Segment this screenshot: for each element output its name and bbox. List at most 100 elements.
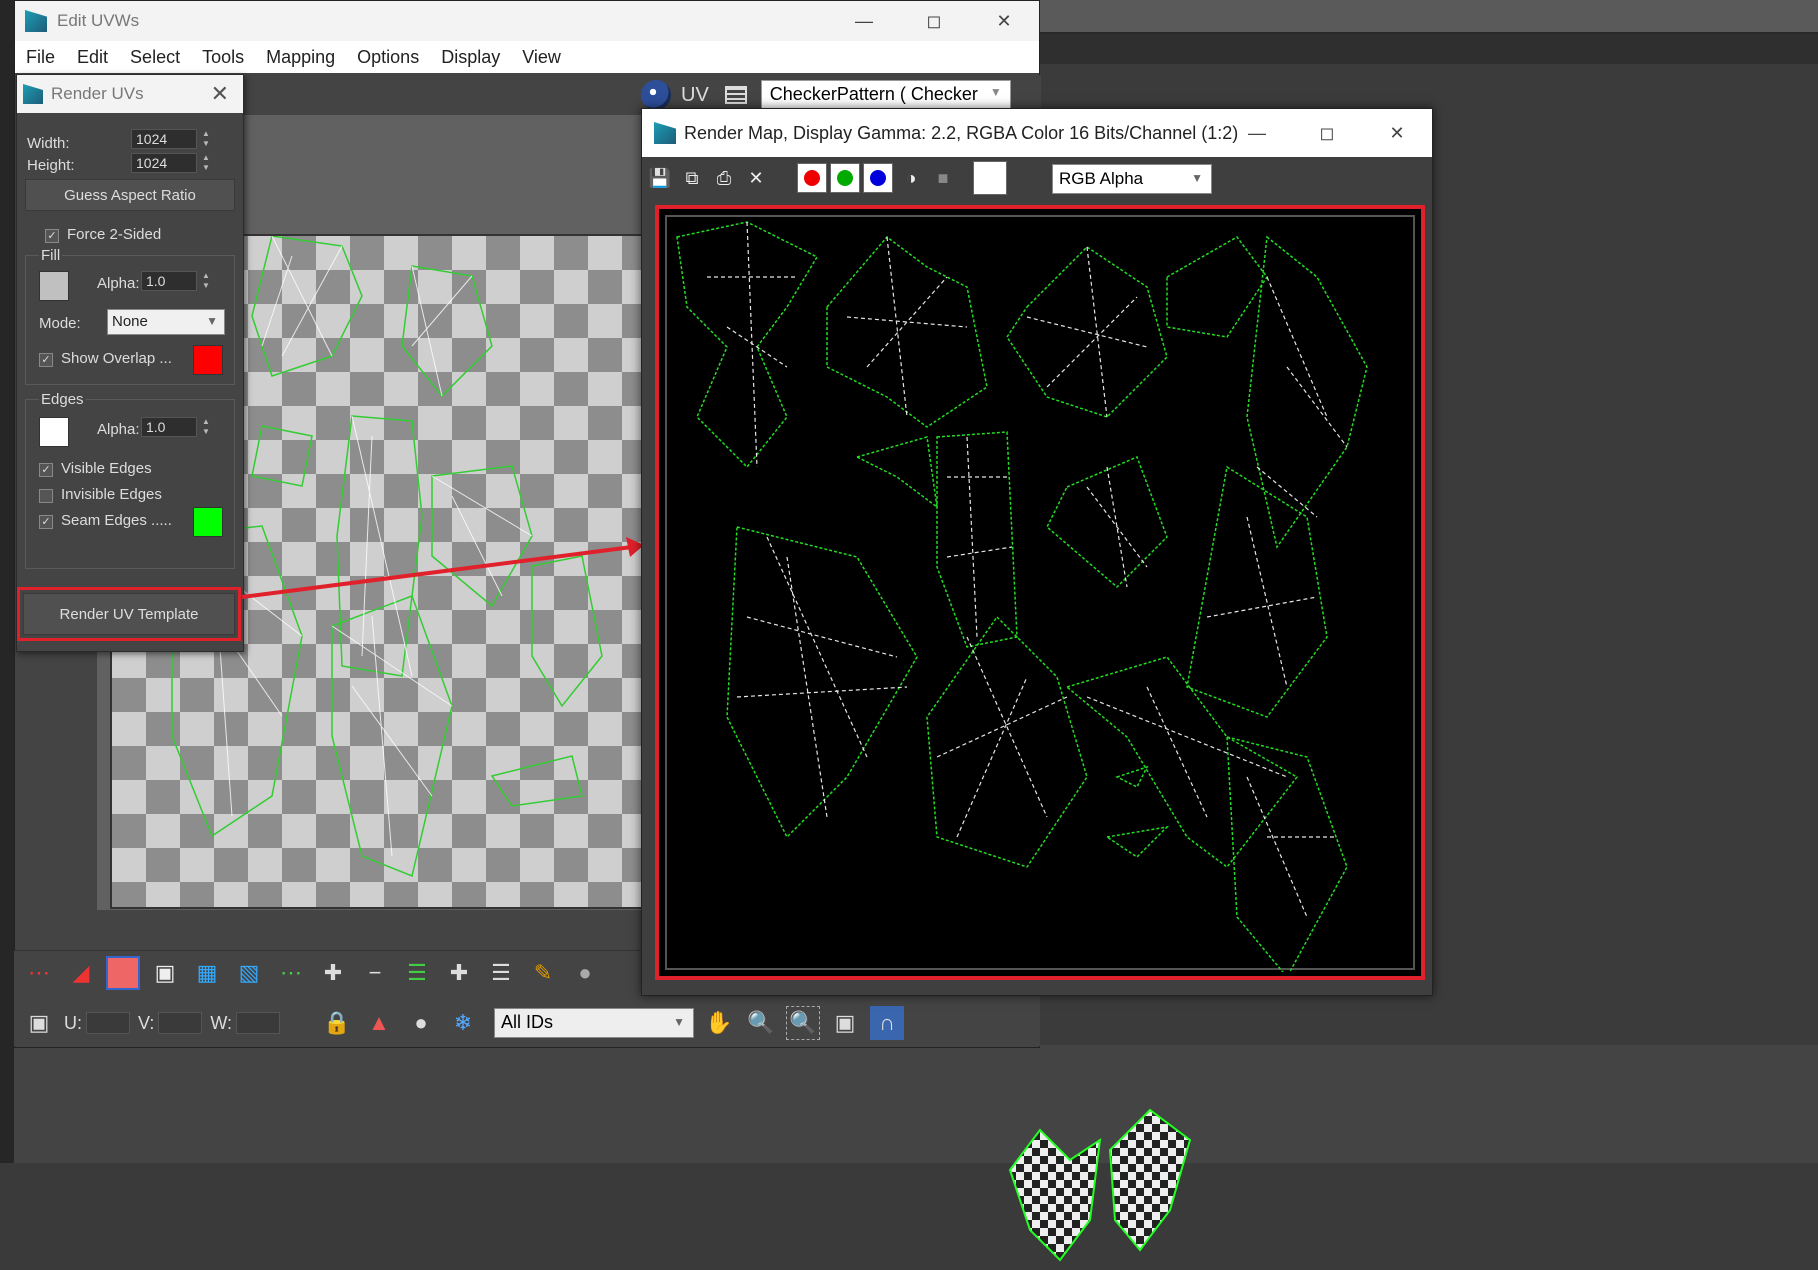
app-logo-icon bbox=[654, 122, 676, 144]
loop-shrink-icon[interactable]: ☰ bbox=[484, 956, 518, 990]
chevron-down-icon: ▼ bbox=[206, 314, 218, 328]
width-spinner[interactable]: ▲ ▼ bbox=[201, 129, 211, 149]
invisible-edges-checkbox[interactable] bbox=[39, 489, 53, 503]
u-spinner[interactable] bbox=[86, 1012, 130, 1034]
v-spinner[interactable] bbox=[158, 1012, 203, 1034]
paint-select-icon[interactable]: ✎ bbox=[526, 956, 560, 990]
visible-edges-checkbox[interactable]: ✓ bbox=[39, 463, 53, 477]
menu-display[interactable]: Display bbox=[430, 47, 511, 68]
green-channel-button[interactable] bbox=[830, 163, 860, 193]
copy-icon[interactable]: ⧉ bbox=[678, 164, 706, 192]
maximize-icon[interactable]: ◻ bbox=[899, 1, 969, 41]
uv-label: UV bbox=[681, 83, 709, 106]
edges-alpha-spinner[interactable]: ▲ ▼ bbox=[201, 417, 211, 437]
menu-file[interactable]: File bbox=[15, 47, 66, 68]
hide-icon[interactable]: ▲ bbox=[362, 1006, 396, 1040]
maximize-icon[interactable]: ◻ bbox=[1292, 109, 1362, 157]
alpha-channel-icon[interactable]: ■ bbox=[929, 164, 957, 192]
u-label: U: bbox=[64, 1012, 82, 1033]
chevron-down-icon: ▼ bbox=[989, 85, 1002, 99]
close-icon[interactable]: ✕ bbox=[1362, 109, 1432, 157]
rendered-uv-image bbox=[655, 205, 1425, 980]
app-logo-icon bbox=[23, 84, 43, 104]
absolute-offset-icon[interactable]: ▣ bbox=[22, 1006, 56, 1040]
force-2-sided-checkbox[interactable]: ✓ bbox=[45, 229, 59, 243]
fill-color-swatch[interactable] bbox=[39, 271, 69, 301]
face-select-icon[interactable] bbox=[106, 956, 140, 990]
shrink-selection-icon[interactable]: ▧ bbox=[232, 956, 266, 990]
height-spinner[interactable]: ▲ ▼ bbox=[201, 153, 211, 173]
lock-icon[interactable]: 🔒 bbox=[320, 1006, 354, 1040]
mode-select[interactable]: None ▼ bbox=[107, 309, 225, 335]
seam-edges-label: Seam Edges ..... bbox=[61, 512, 172, 529]
show-overlap-label: Show Overlap ... bbox=[61, 350, 172, 367]
element-select-icon[interactable]: ▣ bbox=[148, 956, 182, 990]
w-label: W: bbox=[210, 1012, 233, 1033]
close-icon[interactable]: ✕ bbox=[211, 81, 229, 107]
ring-grow-icon[interactable]: ⋯ bbox=[274, 956, 308, 990]
render-map-titlebar: Render Map, Display Gamma: 2.2, RGBA Col… bbox=[642, 109, 1432, 157]
channel-select-value: RGB Alpha bbox=[1059, 169, 1144, 188]
guess-aspect-ratio-button[interactable]: Guess Aspect Ratio bbox=[25, 179, 235, 211]
w-spinner[interactable] bbox=[236, 1012, 281, 1034]
overlap-color-swatch[interactable] bbox=[193, 345, 223, 375]
zoom-region-icon[interactable]: 🔍 bbox=[786, 1006, 821, 1040]
rendered-uv-canvas bbox=[665, 215, 1415, 972]
height-input[interactable]: 1024 bbox=[131, 153, 197, 173]
fill-group-label: Fill bbox=[39, 247, 63, 264]
clear-icon[interactable]: ✕ bbox=[742, 164, 770, 192]
zoom-extents-icon[interactable]: ▣ bbox=[828, 1006, 862, 1040]
zoom-icon[interactable]: 🔍 bbox=[744, 1006, 778, 1040]
fill-alpha-spinner[interactable]: ▲ ▼ bbox=[201, 271, 211, 291]
viewport-subheader bbox=[1040, 34, 1818, 64]
menu-view[interactable]: View bbox=[511, 47, 572, 68]
channel-select[interactable]: RGB Alpha ▼ bbox=[1052, 164, 1212, 194]
render-uvs-titlebar: Render UVs ✕ bbox=[17, 75, 243, 113]
minimize-icon[interactable]: — bbox=[829, 1, 899, 41]
invisible-edges-label: Invisible Edges bbox=[61, 486, 162, 503]
fill-alpha-input[interactable]: 1.0 bbox=[141, 271, 197, 291]
save-icon[interactable]: 💾 bbox=[646, 164, 674, 192]
uv-globe-icon[interactable] bbox=[641, 80, 671, 110]
loop-icon[interactable]: ✚ bbox=[442, 956, 476, 990]
minimize-icon[interactable]: — bbox=[1222, 109, 1292, 157]
edges-alpha-input[interactable]: 1.0 bbox=[141, 417, 197, 437]
seam-color-swatch[interactable] bbox=[193, 507, 223, 537]
menu-edit[interactable]: Edit bbox=[66, 47, 119, 68]
force-2-sided-label: Force 2-Sided bbox=[67, 226, 162, 243]
snap-icon[interactable]: ∩ bbox=[870, 1006, 905, 1040]
grow-selection-icon[interactable]: ▦ bbox=[190, 956, 224, 990]
left-edge bbox=[0, 0, 14, 1163]
close-icon[interactable]: ✕ bbox=[969, 1, 1039, 41]
menu-select[interactable]: Select bbox=[119, 47, 191, 68]
ring-icon[interactable]: ✚ bbox=[316, 956, 350, 990]
width-input[interactable]: 1024 bbox=[131, 129, 197, 149]
blue-channel-button[interactable] bbox=[863, 163, 893, 193]
list-icon[interactable] bbox=[724, 86, 747, 104]
paint-size-icon[interactable]: ● bbox=[568, 956, 602, 990]
fill-alpha-label: Alpha: bbox=[97, 275, 140, 292]
visible-edges-label: Visible Edges bbox=[61, 460, 152, 477]
menu-tools[interactable]: Tools bbox=[191, 47, 255, 68]
pan-hand-icon[interactable]: ✋ bbox=[702, 1006, 736, 1040]
light-bulb-icon[interactable]: ● bbox=[404, 1006, 438, 1040]
render-uvs-panel: Render UVs ✕ Width: 1024 ▲ ▼ Height: 1024… bbox=[16, 74, 244, 652]
monochrome-icon[interactable]: ◑ bbox=[897, 164, 925, 192]
edge-select-icon[interactable]: ◢ bbox=[64, 956, 98, 990]
red-channel-button[interactable] bbox=[797, 163, 827, 193]
show-overlap-checkbox[interactable]: ✓ bbox=[39, 353, 53, 367]
menu-options[interactable]: Options bbox=[346, 47, 430, 68]
loop-grow-icon[interactable]: ☰ bbox=[400, 956, 434, 990]
chevron-down-icon: ▼ bbox=[1191, 171, 1203, 185]
uv-template-render bbox=[676, 221, 1368, 972]
vertex-select-icon[interactable]: ⋯ bbox=[22, 956, 56, 990]
print-icon[interactable]: ⎙ bbox=[710, 164, 738, 192]
menu-mapping[interactable]: Mapping bbox=[255, 47, 346, 68]
background-color-swatch[interactable] bbox=[973, 161, 1007, 195]
ids-select[interactable]: All IDs ▼ bbox=[494, 1008, 695, 1038]
texture-select[interactable]: CheckerPattern ( Checker ▼ bbox=[760, 80, 1011, 110]
edges-color-swatch[interactable] bbox=[39, 417, 69, 447]
seam-edges-checkbox[interactable]: ✓ bbox=[39, 515, 53, 529]
freeze-icon[interactable]: ❄ bbox=[446, 1006, 480, 1040]
ring-shrink-icon[interactable]: − bbox=[358, 956, 392, 990]
